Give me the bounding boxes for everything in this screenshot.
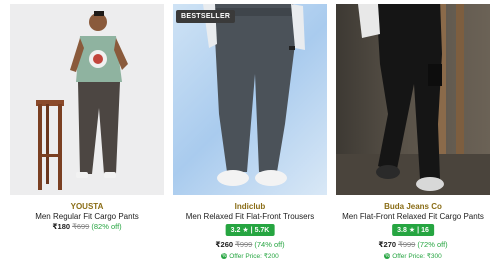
product-image[interactable] (10, 4, 164, 195)
product-mrp: ₹699 (72, 222, 90, 231)
product-brand: Indiclub (234, 202, 266, 211)
offer-tag-icon: % (221, 253, 228, 260)
product-image[interactable] (336, 4, 490, 195)
offer-tag-icon: % (384, 253, 391, 260)
product-title[interactable]: Men Flat-Front Relaxed Fit Cargo Pants (336, 212, 490, 221)
product-price: ₹180 (52, 222, 71, 231)
product-card[interactable]: BESTSELLER Indiclub Men Relaxed Fit Flat… (173, 0, 327, 268)
product-photo-yousta (36, 11, 128, 190)
offer-price: % Offer Price: ₹300 (336, 252, 490, 260)
product-brand: Buda Jeans Co (384, 202, 442, 211)
product-discount: (82% off) (91, 222, 122, 231)
offer-price: % Offer Price: ₹200 (173, 252, 327, 260)
product-photo-buda (336, 4, 490, 195)
product-title[interactable]: Men Relaxed Fit Flat-Front Trousers (173, 212, 327, 221)
product-grid: YOUSTA Men Regular Fit Cargo Pants ₹180 ₹… (0, 0, 500, 268)
rating-value: 3.8 ★ (397, 227, 416, 234)
rating-count: 5.7K (254, 227, 270, 234)
product-image[interactable]: BESTSELLER (173, 4, 327, 195)
product-mrp: ₹999 (235, 240, 253, 249)
bestseller-badge: BESTSELLER (176, 10, 236, 23)
product-price: ₹260 (215, 240, 234, 249)
rating-count: 16 (421, 227, 429, 234)
product-card[interactable]: Buda Jeans Co Men Flat-Front Relaxed Fit… (336, 0, 490, 268)
price-row: ₹180 ₹699 (82% off) (10, 222, 164, 231)
offer-text: Offer Price: ₹200 (229, 253, 279, 260)
product-discount: (74% off) (254, 240, 285, 249)
rating-badge: 3.8 ★ | 16 (392, 224, 434, 236)
product-mrp: ₹999 (398, 240, 416, 249)
price-row: ₹260 ₹999 (74% off) (173, 240, 327, 249)
rating-value: 3.2 ★ (230, 227, 249, 234)
product-brand: YOUSTA (70, 202, 104, 211)
price-row: ₹270 ₹999 (72% off) (336, 240, 490, 249)
rating-badge: 3.2 ★ | 5.7K (225, 224, 275, 236)
product-discount: (72% off) (417, 240, 448, 249)
product-title[interactable]: Men Regular Fit Cargo Pants (10, 212, 164, 221)
product-price: ₹270 (378, 240, 397, 249)
product-photo-indiclub (203, 4, 305, 186)
offer-text: Offer Price: ₹300 (392, 253, 442, 260)
product-card[interactable]: YOUSTA Men Regular Fit Cargo Pants ₹180 ₹… (10, 0, 164, 268)
